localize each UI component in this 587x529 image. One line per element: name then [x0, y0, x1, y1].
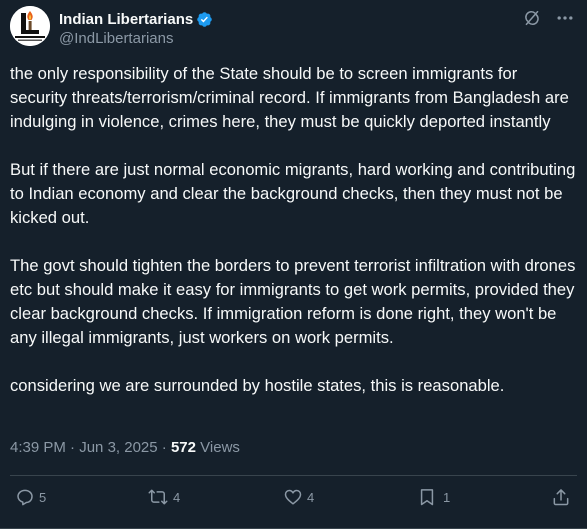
divider [10, 475, 577, 476]
account-handle[interactable]: @IndLibertarians [59, 30, 213, 47]
action-bar: 5 4 4 1 [0, 487, 587, 513]
like-button[interactable]: 4 [283, 487, 314, 507]
tweet-date[interactable]: Jun 3, 2025 [79, 439, 157, 456]
display-name-row: Indian Libertarians [59, 9, 213, 29]
header-actions [523, 8, 575, 28]
bookmark-icon [420, 489, 434, 506]
tweet-text: the only responsibility of the State sho… [10, 62, 578, 398]
like-count: 4 [307, 489, 315, 505]
avatar[interactable] [10, 6, 50, 46]
tweet-paragraph: the only responsibility of the State sho… [10, 64, 569, 131]
tweet-header: Indian Libertarians @IndLibertarians [10, 6, 577, 48]
tweet-time[interactable]: 4:39 PM [10, 439, 66, 456]
repost-count: 4 [173, 489, 181, 505]
meta-separator: · [65, 439, 80, 456]
views-label: Views [196, 439, 240, 456]
more-horizontal-icon[interactable] [555, 8, 575, 28]
display-name[interactable]: Indian Libertarians [59, 11, 193, 28]
heart-icon [284, 489, 302, 505]
libertarian-torch-logo-icon [10, 6, 50, 46]
bookmark-count: 1 [443, 489, 451, 505]
tweet-paragraph: The govt should tighten the borders to p… [10, 256, 576, 347]
views-count: 572 [170, 439, 196, 456]
meta-dot: · [157, 439, 171, 456]
account-names: Indian Libertarians @IndLibertarians [59, 9, 213, 47]
bookmark-button[interactable]: 1 [417, 487, 450, 507]
tweet-metadata: 4:39 PM · Jun 3, 2025 · 572 Views [10, 439, 240, 456]
tweet-paragraph: But if there are just normal economic mi… [10, 160, 576, 227]
share-button[interactable] [551, 487, 571, 507]
repost-button[interactable]: 4 [147, 487, 180, 507]
grok-icon[interactable] [523, 9, 541, 27]
repost-icon [148, 489, 168, 505]
share-icon [553, 489, 569, 506]
reply-count: 5 [39, 489, 47, 505]
reply-button[interactable]: 5 [15, 487, 46, 507]
reply-icon [17, 489, 33, 506]
verified-badge-icon[interactable] [196, 11, 213, 28]
tweet-paragraph: considering we are surrounded by hostile… [10, 376, 505, 395]
